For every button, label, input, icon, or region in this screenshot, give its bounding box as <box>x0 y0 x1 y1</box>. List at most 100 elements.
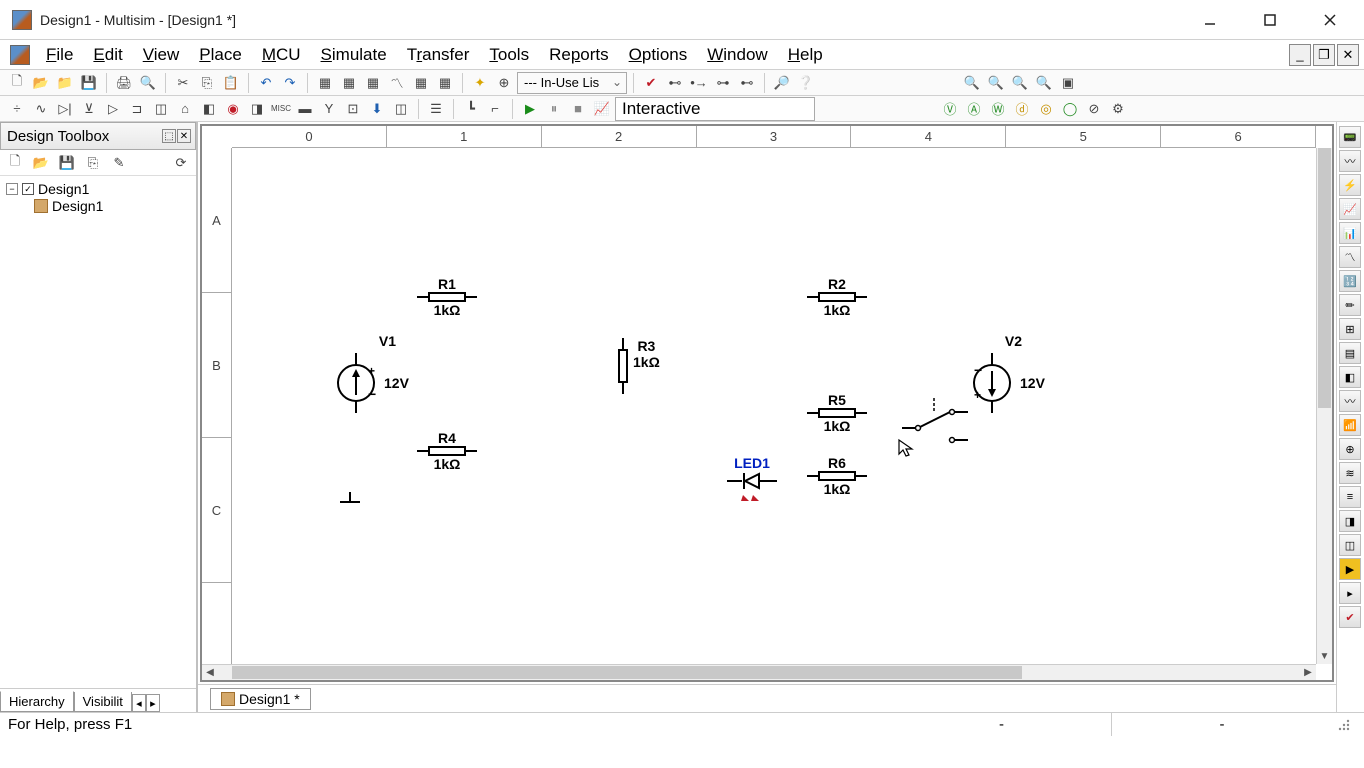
fullscreen-button[interactable]: ▣ <box>1057 72 1079 94</box>
place-rf-button[interactable]: ▬ <box>294 98 316 120</box>
place-indicator-button[interactable]: ◉ <box>222 98 244 120</box>
resize-grip-icon[interactable] <box>1332 718 1356 732</box>
tab-scroll-right[interactable]: ▸ <box>146 694 160 712</box>
instrument-netan-button[interactable]: ⊕ <box>1339 438 1361 460</box>
place-mcu-button[interactable]: ◫ <box>390 98 412 120</box>
inuse-combo[interactable]: --- In-Use Lis <box>517 72 627 94</box>
instrument-agfuncgen-button[interactable]: ≋ <box>1339 462 1361 484</box>
place-source-button[interactable]: ÷ <box>6 98 28 120</box>
menu-view[interactable]: View <box>133 41 190 69</box>
menu-place[interactable]: Place <box>189 41 252 69</box>
help-button[interactable]: ❔ <box>795 72 817 94</box>
place-misc-button[interactable]: ⌂ <box>174 98 196 120</box>
place-electromech-button[interactable]: Y <box>318 98 340 120</box>
mdi-close-button[interactable]: ✕ <box>1337 44 1359 66</box>
net-c-button[interactable]: ⊶ <box>712 72 734 94</box>
scroll-thumb-v[interactable] <box>1318 148 1331 408</box>
sim-mode-combo[interactable]: Interactive <box>615 97 815 121</box>
place-analog-button[interactable]: ▷ <box>102 98 124 120</box>
instrument-wordgen-button[interactable]: ✏ <box>1339 294 1361 316</box>
instrument-scope-button[interactable]: 📈 <box>1339 198 1361 220</box>
scroll-thumb-h[interactable] <box>232 666 1022 679</box>
menu-tools[interactable]: Tools <box>479 41 539 69</box>
probe-v-button[interactable]: Ⓥ <box>939 98 961 120</box>
menu-file[interactable]: File <box>36 41 83 69</box>
print-button[interactable]: 🖨 <box>113 72 135 94</box>
menu-simulate[interactable]: Simulate <box>311 41 397 69</box>
zoom-fit-button[interactable]: 🔍 <box>1033 72 1055 94</box>
instrument-multimeter-button[interactable]: 📟 <box>1339 126 1361 148</box>
place-power-button[interactable]: ◨ <box>246 98 268 120</box>
probe-settings-button[interactable]: ⚙ <box>1107 98 1129 120</box>
instrument-distort-button[interactable]: 〰 <box>1339 390 1361 412</box>
menu-edit[interactable]: Edit <box>83 41 132 69</box>
hierarchy-button[interactable]: ☰ <box>425 98 447 120</box>
place-ni-button[interactable]: ⊡ <box>342 98 364 120</box>
schematic-grid[interactable]: R1 1kΩ R2 1kΩ V1 <box>232 148 1316 664</box>
toolbox-save-button[interactable]: 💾 <box>56 152 78 174</box>
component-v1[interactable]: V1 + − 12V <box>336 333 409 413</box>
component-r3[interactable]: R3 1kΩ <box>617 338 660 394</box>
probe-a-button[interactable]: Ⓐ <box>963 98 985 120</box>
component-r1[interactable]: R1 1kΩ <box>417 276 477 318</box>
instrument-wattmeter-button[interactable]: ⚡ <box>1339 174 1361 196</box>
zoom-out-button[interactable]: 🔍 <box>985 72 1007 94</box>
place-basic-button[interactable]: ∿ <box>30 98 52 120</box>
undo-button[interactable]: ↶ <box>255 72 277 94</box>
scroll-right-icon[interactable]: ▶ <box>1300 665 1316 680</box>
tab-scroll-left[interactable]: ◂ <box>132 694 146 712</box>
net-b-button[interactable]: •→ <box>688 72 710 94</box>
toolbox-close-button[interactable]: ✕ <box>177 129 191 143</box>
mdi-restore-button[interactable]: ❐ <box>1313 44 1335 66</box>
toolbox-pin-button[interactable]: ⬚ <box>162 129 176 143</box>
toolbox-open-button[interactable]: 📂 <box>30 152 52 174</box>
instrument-agscope-button[interactable]: ◨ <box>1339 510 1361 532</box>
scrollbar-vertical[interactable]: ▲ ▼ <box>1316 148 1332 664</box>
wand-button[interactable]: ✦ <box>469 72 491 94</box>
place-connector-button[interactable]: ⬇ <box>366 98 388 120</box>
place-diode-button[interactable]: ▷| <box>54 98 76 120</box>
toolbox-refresh-button[interactable]: ⟳ <box>170 152 192 174</box>
maximize-button[interactable] <box>1240 2 1300 38</box>
erc-button[interactable]: ✔ <box>640 72 662 94</box>
db-button[interactable]: ⊕ <box>493 72 515 94</box>
doc-tab-design1[interactable]: Design1 * <box>210 688 311 710</box>
instrument-probe-button[interactable]: ✔ <box>1339 606 1361 628</box>
place-mixed-button[interactable]: ◧ <box>198 98 220 120</box>
scroll-down-icon[interactable]: ▼ <box>1317 648 1332 664</box>
cut-button[interactable]: ✂ <box>172 72 194 94</box>
instrument-bode-button[interactable]: 〽 <box>1339 246 1361 268</box>
instrument-ni-button[interactable]: ▸ <box>1339 582 1361 604</box>
instrument-spectrum-button[interactable]: 📶 <box>1339 414 1361 436</box>
toolbox-rename-button[interactable]: ✎ <box>108 152 130 174</box>
component-ground[interactable] <box>337 492 363 512</box>
component-r2[interactable]: R2 1kΩ <box>807 276 867 318</box>
open-button[interactable]: 📂 <box>30 72 52 94</box>
probe-e-button[interactable]: ◎ <box>1035 98 1057 120</box>
scroll-left-icon[interactable]: ◀ <box>202 665 218 680</box>
zoom-in-button[interactable]: 🔍 <box>961 72 983 94</box>
scrollbar-horizontal[interactable]: ◀ ▶ <box>202 664 1316 680</box>
menu-mcu[interactable]: MCU <box>252 41 311 69</box>
place-misc2-button[interactable]: MISC <box>270 98 292 120</box>
tab-hierarchy[interactable]: Hierarchy <box>0 691 74 712</box>
postproc-button[interactable]: ▦ <box>410 72 432 94</box>
redo-button[interactable]: ↷ <box>279 72 301 94</box>
bus-a-button[interactable]: ┗ <box>460 98 482 120</box>
component-led1[interactable]: LED1 <box>727 455 777 503</box>
probe-f-button[interactable]: ◯ <box>1059 98 1081 120</box>
instrument-agmeter-button[interactable]: ≡ <box>1339 486 1361 508</box>
component-r5[interactable]: R5 1kΩ <box>807 392 867 434</box>
probe-g-button[interactable]: ⊘ <box>1083 98 1105 120</box>
place-cmos-button[interactable]: ◫ <box>150 98 172 120</box>
instrument-tekscope-button[interactable]: ◫ <box>1339 534 1361 556</box>
instrument-logican-button[interactable]: ▤ <box>1339 342 1361 364</box>
tree-child[interactable]: Design1 <box>34 198 190 214</box>
breadboard-button[interactable]: ▦ <box>434 72 456 94</box>
zoom-area-button[interactable]: 🔍 <box>1009 72 1031 94</box>
grid-a-button[interactable]: ▦ <box>314 72 336 94</box>
tree-checkbox[interactable]: ✓ <box>22 183 34 195</box>
instrument-funcgen-button[interactable]: 〰 <box>1339 150 1361 172</box>
instrument-ivan-button[interactable]: ◧ <box>1339 366 1361 388</box>
graph-button[interactable]: 〽 <box>386 72 408 94</box>
